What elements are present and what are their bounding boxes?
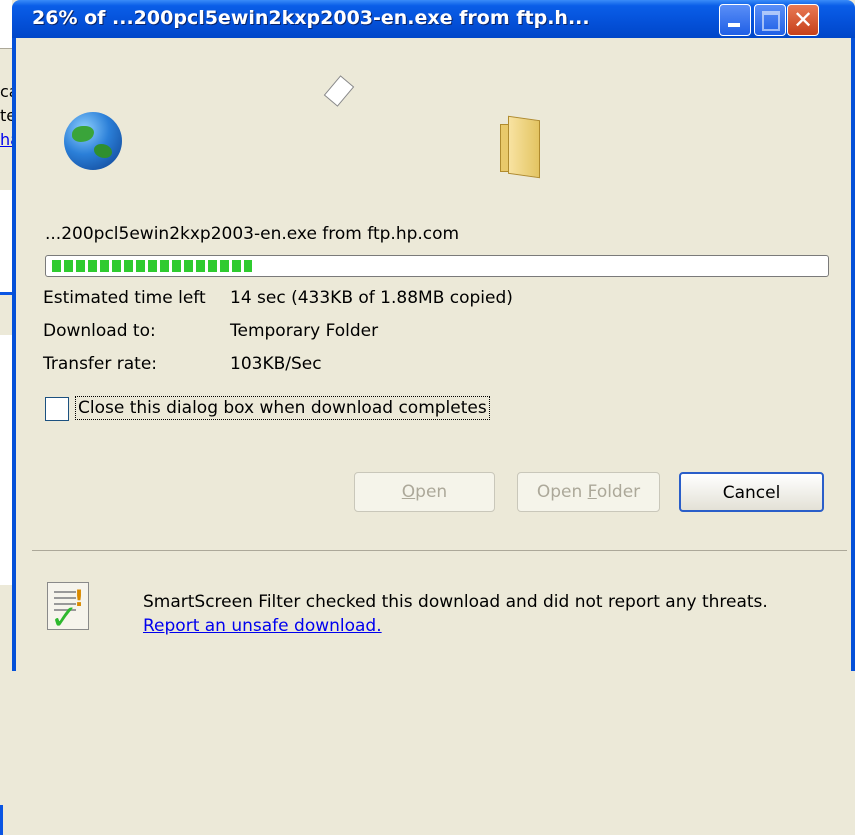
download-dialog: 26% of ...200pcl5ewin2kxp2003-en.exe fro… bbox=[12, 0, 855, 671]
transfer-rate-label: Transfer rate: bbox=[43, 354, 158, 374]
open-folder-button[interactable]: Open Folder bbox=[517, 472, 660, 512]
download-progress-fill bbox=[52, 260, 252, 272]
close-when-complete-checkbox[interactable] bbox=[45, 397, 69, 421]
folder-front bbox=[508, 115, 540, 179]
smartscreen-text: SmartScreen Filter checked this download… bbox=[143, 592, 768, 612]
divider bbox=[32, 550, 847, 551]
download-source-text: ...200pcl5ewin2kxp2003-en.exe from ftp.h… bbox=[45, 224, 460, 244]
download-to-value: Temporary Folder bbox=[230, 321, 379, 341]
maximize-icon bbox=[762, 11, 780, 31]
maximize-button bbox=[754, 4, 786, 36]
close-when-complete-label[interactable]: Close this dialog box when download comp… bbox=[75, 396, 490, 420]
download-to-label: Download to: bbox=[43, 321, 156, 341]
flying-document-icon bbox=[323, 75, 355, 107]
background-window-2-edge bbox=[0, 805, 3, 835]
smartscreen-icon: ! ✓ bbox=[47, 582, 89, 635]
open-folder-button-label-rest: older bbox=[596, 482, 641, 502]
download-progress-bar bbox=[45, 255, 829, 277]
window-border-left bbox=[12, 38, 16, 671]
checkmark-icon: ✓ bbox=[50, 598, 79, 638]
open-folder-accesskey: F bbox=[587, 482, 597, 502]
minimize-icon bbox=[728, 23, 740, 27]
window-title: 26% of ...200pcl5ewin2kxp2003-en.exe fro… bbox=[32, 7, 590, 29]
folder-icon bbox=[500, 115, 540, 179]
smartscreen-message: SmartScreen Filter checked this download… bbox=[143, 590, 803, 638]
close-icon: ✕ bbox=[792, 6, 814, 34]
open-button-accesskey: O bbox=[401, 482, 416, 502]
estimated-time-label: Estimated time left bbox=[43, 288, 206, 308]
globe-land bbox=[72, 126, 94, 142]
title-bar[interactable]: 26% of ...200pcl5ewin2kxp2003-en.exe fro… bbox=[12, 0, 855, 38]
close-button[interactable]: ✕ bbox=[787, 4, 819, 36]
report-unsafe-download-link[interactable]: Report an unsafe download. bbox=[143, 616, 382, 636]
window-border-right bbox=[851, 38, 855, 671]
open-folder-button-label: Open bbox=[536, 482, 588, 502]
minimize-button[interactable] bbox=[719, 4, 751, 36]
open-button[interactable]: Open bbox=[354, 472, 495, 512]
globe-icon bbox=[64, 112, 122, 170]
estimated-time-value: 14 sec (433KB of 1.88MB copied) bbox=[230, 288, 513, 308]
cancel-button[interactable]: Cancel bbox=[679, 472, 824, 512]
transfer-rate-value: 103KB/Sec bbox=[230, 354, 322, 374]
globe-land bbox=[94, 144, 112, 158]
open-button-label-rest: pen bbox=[415, 482, 448, 502]
document-lines bbox=[54, 591, 76, 593]
